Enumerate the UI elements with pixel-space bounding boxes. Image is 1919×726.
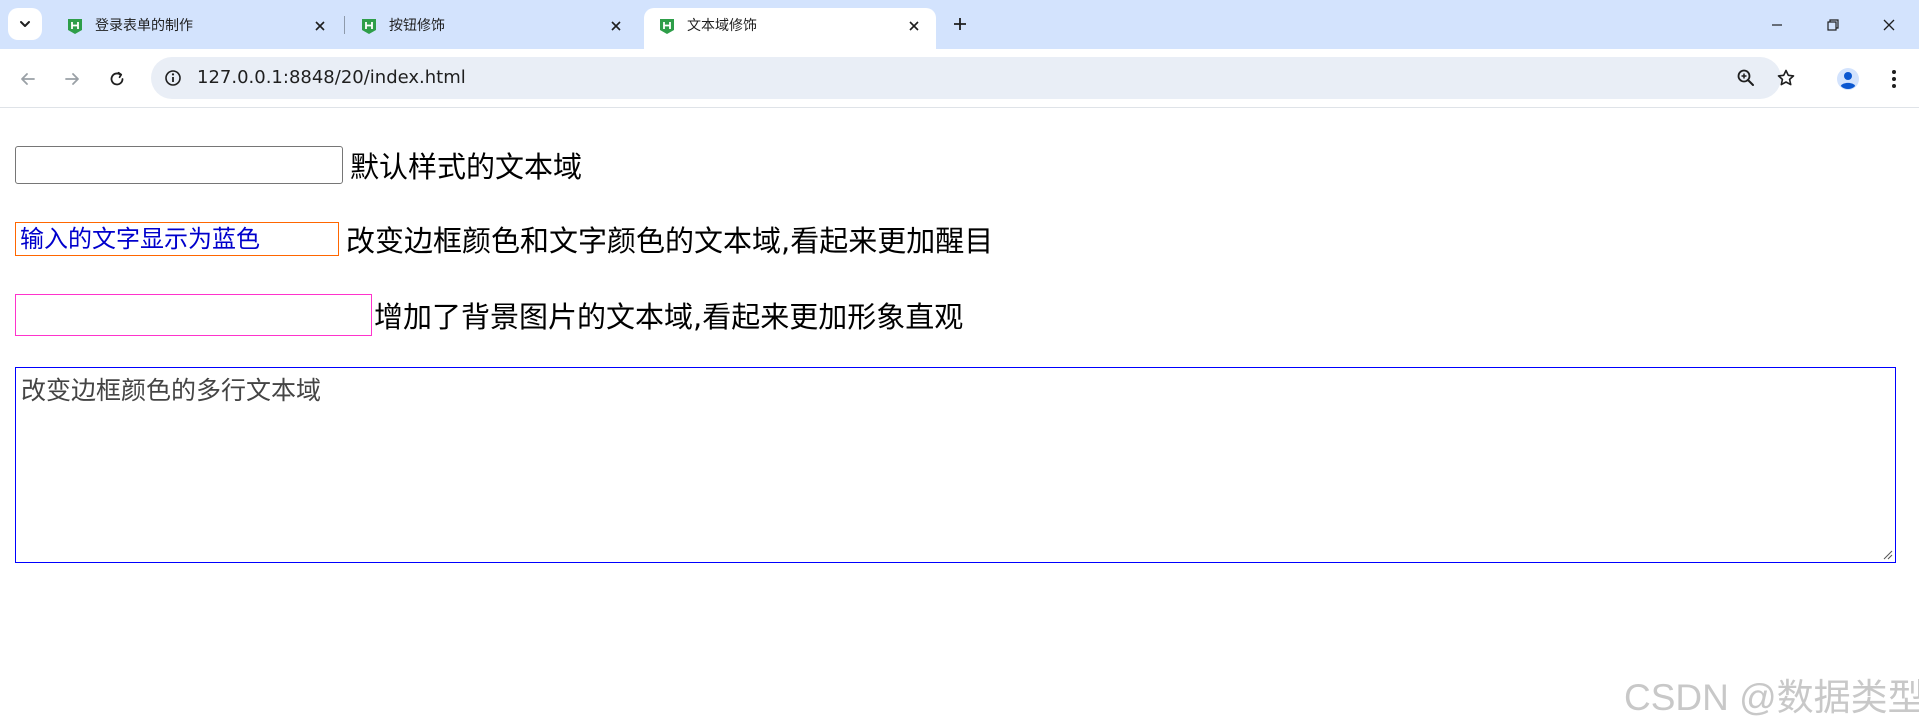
tab-button-style[interactable]: 按钮修饰 [346, 8, 636, 49]
zoom-button[interactable] [1734, 66, 1758, 90]
row-background-input: 增加了背景图片的文本域,看起来更加形象直观 [15, 294, 963, 336]
multiline-textarea[interactable]: 改变边框颜色的多行文本域 [15, 367, 1896, 563]
default-input-label: 默认样式的文本域 [350, 150, 583, 184]
row-default-input: 默认样式的文本域 [15, 146, 582, 184]
tab-title: 按钮修饰 [389, 18, 445, 34]
address-bar[interactable]: 127.0.0.1:8848/20/index.html [151, 57, 1795, 99]
tab-title: 登录表单的制作 [95, 18, 193, 34]
hbuilder-favicon-icon [660, 19, 674, 34]
info-icon [165, 70, 181, 86]
star-icon [1777, 69, 1795, 86]
close-icon [315, 21, 325, 31]
close-icon [909, 21, 919, 31]
window-close-button[interactable] [1866, 0, 1912, 49]
more-vert-icon [1892, 70, 1896, 88]
tab-close-button[interactable] [604, 14, 628, 38]
textarea-text: 改变边框颜色的多行文本域 [21, 376, 322, 405]
tab-separator [344, 16, 345, 34]
zoom-in-icon [1737, 69, 1754, 86]
bookmark-button[interactable] [1774, 66, 1798, 90]
browser-toolbar: 127.0.0.1:8848/20/index.html [0, 49, 1919, 108]
tab-textarea-style[interactable]: 文本域修饰 [644, 8, 936, 49]
restore-button[interactable] [1810, 0, 1856, 49]
reload-icon [110, 71, 124, 86]
tab-title: 文本域修饰 [687, 18, 757, 34]
new-tab-button[interactable] [946, 10, 974, 38]
csdn-watermark: CSDN @数据类型 [1624, 677, 1919, 718]
background-input-label: 增加了背景图片的文本域,看起来更加形象直观 [374, 300, 964, 334]
background-image-text-input[interactable] [15, 294, 372, 336]
profile-button[interactable] [1832, 63, 1864, 95]
close-icon [1883, 19, 1895, 30]
colored-input-label: 改变边框颜色和文字颜色的文本域,看起来更加醒目 [346, 224, 994, 258]
minimize-icon [1772, 23, 1782, 26]
default-text-input[interactable] [15, 146, 343, 184]
restore-icon [1827, 18, 1839, 31]
avatar-icon [1837, 68, 1859, 90]
hbuilder-favicon-icon [68, 19, 82, 34]
site-info-button[interactable] [161, 66, 185, 90]
row-colored-input: 输入的文字显示为蓝色 改变边框颜色和文字颜色的文本域,看起来更加醒目 [15, 222, 993, 258]
close-icon [611, 21, 621, 31]
tab-search-button[interactable] [8, 8, 42, 40]
reload-button[interactable] [101, 63, 133, 95]
plus-icon [954, 18, 966, 30]
forward-button[interactable] [56, 63, 88, 95]
resize-handle-icon[interactable] [1883, 550, 1893, 560]
url-text[interactable]: 127.0.0.1:8848/20/index.html [197, 57, 466, 99]
page-content: 默认样式的文本域 输入的文字显示为蓝色 改变边框颜色和文字颜色的文本域,看起来更… [0, 109, 1919, 726]
tab-strip: 登录表单的制作 按钮修饰 文本域修饰 [0, 0, 1919, 49]
hbuilder-favicon-icon [362, 19, 376, 34]
minimize-button[interactable] [1754, 0, 1800, 49]
chevron-down-icon [20, 21, 30, 27]
tab-close-button[interactable] [902, 14, 926, 38]
arrow-left-icon [21, 73, 35, 85]
arrow-right-icon [65, 73, 79, 85]
colored-text-input[interactable]: 输入的文字显示为蓝色 [15, 222, 339, 256]
tab-close-button[interactable] [308, 14, 332, 38]
browser-menu-button[interactable] [1878, 63, 1910, 95]
back-button[interactable] [12, 63, 44, 95]
tab-login-form[interactable]: 登录表单的制作 [52, 8, 342, 49]
